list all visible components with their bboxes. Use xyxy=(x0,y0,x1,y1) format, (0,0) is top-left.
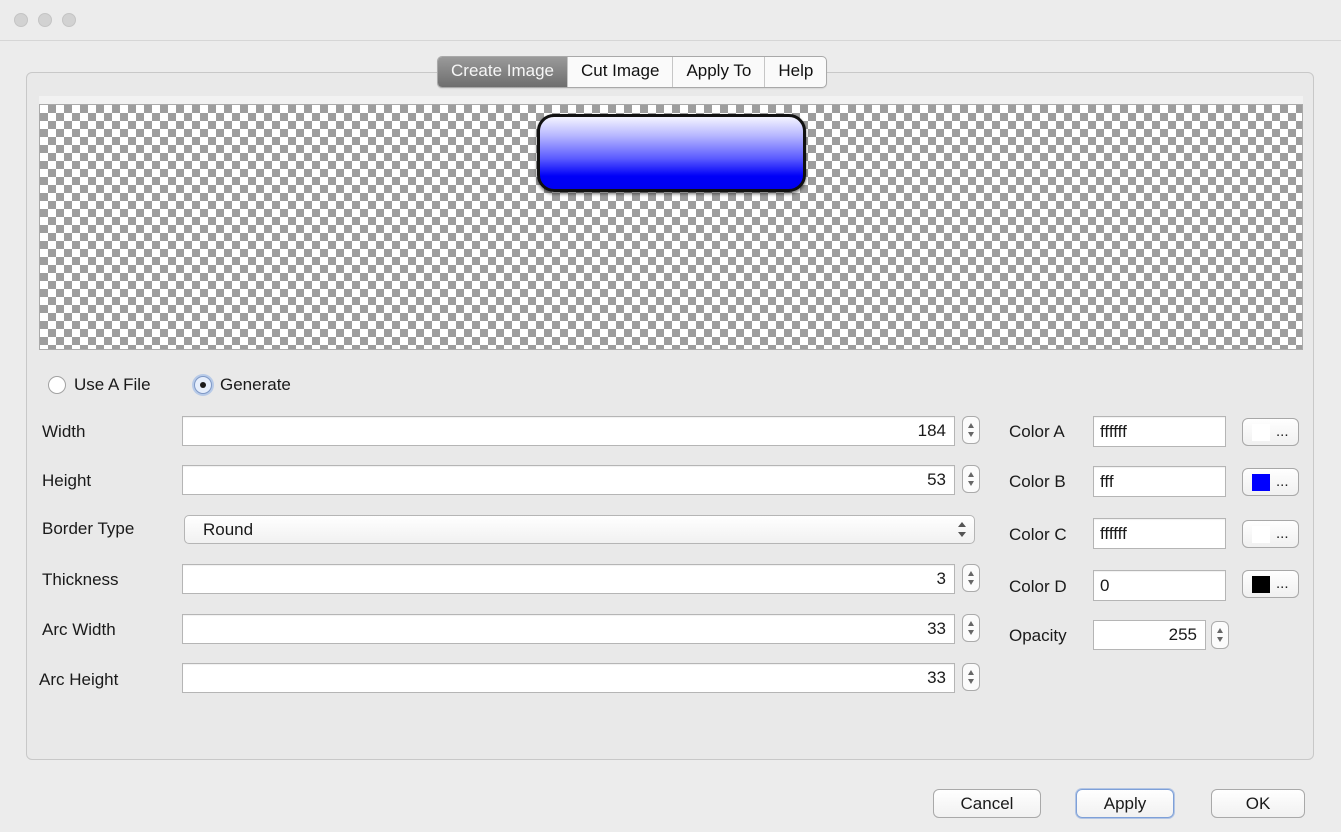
tab-bar: Create Image Cut Image Apply To Help xyxy=(437,56,828,88)
use-a-file-label: Use A File xyxy=(74,375,151,394)
title-bar xyxy=(0,0,1341,41)
ok-button[interactable]: OK xyxy=(1211,789,1305,818)
arc-width-field[interactable]: 33 xyxy=(182,614,955,644)
color-a-label: Color A xyxy=(1009,422,1065,441)
height-label: Height xyxy=(42,471,92,490)
border-type-value: Round xyxy=(203,520,254,539)
thickness-spinner[interactable] xyxy=(962,564,980,592)
use-a-file-radio[interactable]: Use A File xyxy=(48,374,151,396)
color-b-label: Color B xyxy=(1009,472,1066,491)
apply-button[interactable]: Apply xyxy=(1076,789,1174,818)
width-field[interactable]: 184 xyxy=(182,416,955,446)
thickness-field[interactable]: 3 xyxy=(182,564,955,594)
color-b-swatch xyxy=(1252,474,1270,491)
generate-radio[interactable]: Generate xyxy=(194,374,291,396)
cancel-button[interactable]: Cancel xyxy=(933,789,1041,818)
tab-apply-to[interactable]: Apply To xyxy=(672,57,764,87)
border-type-select[interactable]: Round xyxy=(184,515,975,544)
arc-width-spinner[interactable] xyxy=(962,614,980,642)
arc-width-label: Arc Width xyxy=(42,620,116,639)
opacity-label: Opacity xyxy=(1009,626,1067,645)
color-c-swatch xyxy=(1252,526,1270,543)
radio-checked-icon xyxy=(194,376,212,394)
color-b-picker-button[interactable]: ... xyxy=(1242,468,1299,496)
opacity-field[interactable]: 255 xyxy=(1093,620,1206,650)
tab-cut-image[interactable]: Cut Image xyxy=(567,57,672,87)
color-d-field[interactable]: 0 xyxy=(1093,570,1226,601)
height-spinner[interactable] xyxy=(962,465,980,493)
height-field[interactable]: 53 xyxy=(182,465,955,495)
opacity-spinner[interactable] xyxy=(1211,621,1229,649)
color-c-field[interactable]: ffffff xyxy=(1093,518,1226,549)
arc-height-field[interactable]: 33 xyxy=(182,663,955,693)
arc-height-spinner[interactable] xyxy=(962,663,980,691)
color-d-label: Color D xyxy=(1009,577,1067,596)
color-d-swatch xyxy=(1252,576,1270,593)
radio-unchecked-icon xyxy=(48,376,66,394)
color-c-label: Color C xyxy=(1009,525,1067,544)
close-window-icon[interactable] xyxy=(14,13,28,27)
width-spinner[interactable] xyxy=(962,416,980,444)
color-c-picker-label: ... xyxy=(1276,525,1289,542)
color-a-swatch xyxy=(1252,424,1270,441)
generated-image-preview xyxy=(537,114,806,192)
generate-label: Generate xyxy=(220,375,291,394)
border-type-label: Border Type xyxy=(42,519,135,538)
color-b-field[interactable]: fff xyxy=(1093,466,1226,497)
color-d-picker-button[interactable]: ... xyxy=(1242,570,1299,598)
color-a-field[interactable]: ffffff xyxy=(1093,416,1226,447)
zoom-window-icon[interactable] xyxy=(62,13,76,27)
select-arrows-icon xyxy=(958,522,966,537)
color-b-picker-label: ... xyxy=(1276,473,1289,490)
minimize-window-icon[interactable] xyxy=(38,13,52,27)
arc-height-label: Arc Height xyxy=(39,670,119,689)
thickness-label: Thickness xyxy=(42,570,119,589)
tab-help[interactable]: Help xyxy=(764,57,826,87)
color-d-picker-label: ... xyxy=(1276,575,1289,592)
color-a-picker-label: ... xyxy=(1276,423,1289,440)
width-label: Width xyxy=(42,422,86,441)
color-c-picker-button[interactable]: ... xyxy=(1242,520,1299,548)
color-a-picker-button[interactable]: ... xyxy=(1242,418,1299,446)
tab-create-image[interactable]: Create Image xyxy=(438,57,567,87)
